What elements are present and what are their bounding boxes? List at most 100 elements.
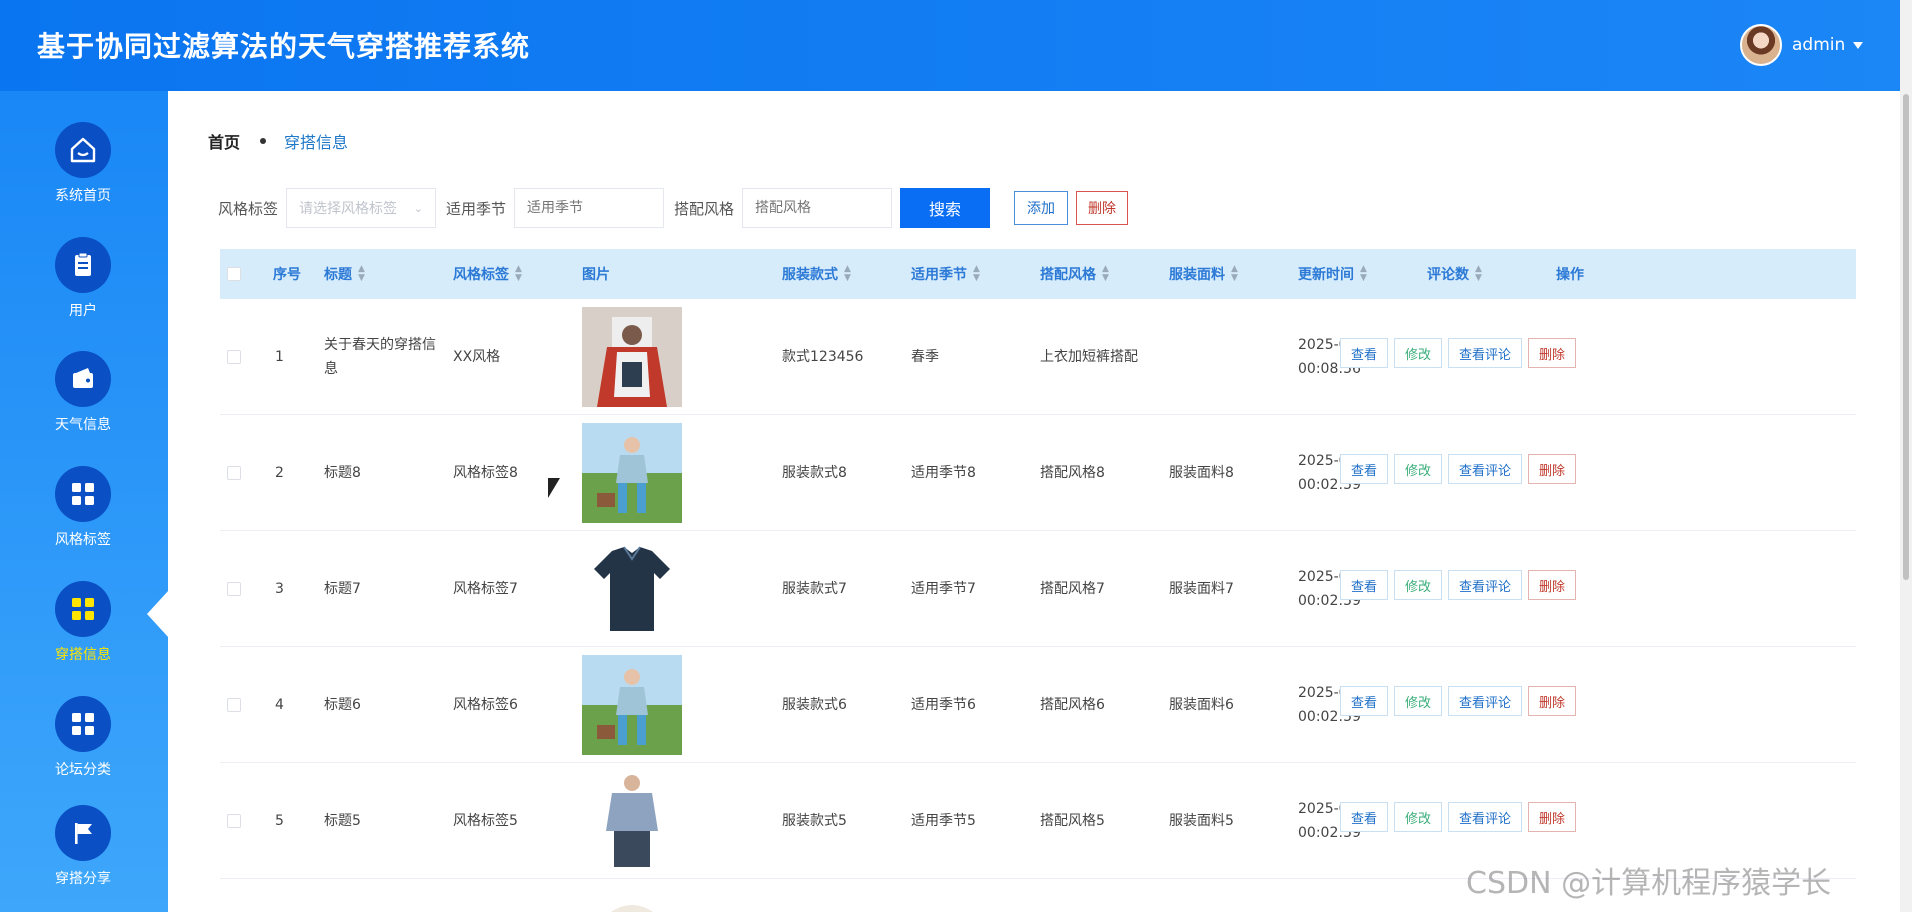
batch-delete-button[interactable]: 删除: [1076, 191, 1129, 225]
view-comments-button[interactable]: 查看评论: [1448, 686, 1523, 716]
table-row: 4 标题6 风格标签6 服装款式6 适用季节6 搭配风格6 服装面料6 2025…: [220, 647, 1856, 763]
sidebar-item-label: 穿搭分享: [55, 871, 111, 887]
edit-button[interactable]: 修改: [1394, 454, 1443, 484]
search-button[interactable]: 搜索: [900, 188, 991, 228]
mouse-cursor-icon: [548, 478, 560, 498]
view-comments-button[interactable]: 查看评论: [1448, 570, 1523, 600]
match-style-input[interactable]: [742, 188, 893, 228]
outfit-image[interactable]: [582, 539, 682, 639]
column-season[interactable]: 适用季节 ▲ ▼: [911, 249, 980, 299]
scrollbar-thumb[interactable]: [1903, 94, 1909, 580]
cell-style-tag: 风格标签7: [453, 581, 518, 597]
cell-fabric: 服装面料8: [1169, 465, 1234, 481]
view-button[interactable]: 查看: [1340, 338, 1389, 368]
sidebar-item-label: 风格标签: [55, 532, 111, 548]
season-input[interactable]: [514, 188, 665, 228]
sidebar-item-outfit-info[interactable]: 穿搭信息: [0, 581, 168, 693]
column-comments[interactable]: 评论数 ▲ ▼: [1427, 249, 1482, 299]
view-button[interactable]: 查看: [1340, 802, 1389, 832]
sort-icon[interactable]: ▲ ▼: [1231, 265, 1238, 283]
delete-button[interactable]: 删除: [1528, 570, 1577, 600]
sidebar-item-outfit-share[interactable]: 穿搭分享: [0, 805, 168, 912]
column-clothing-style[interactable]: 服装款式 ▲ ▼: [782, 249, 851, 299]
view-comments-button[interactable]: 查看评论: [1448, 454, 1523, 484]
sort-icon[interactable]: ▲ ▼: [1102, 265, 1109, 283]
top-header: 基于协同过滤算法的天气穿搭推荐系统 admin: [0, 0, 1900, 91]
column-label: 适用季节: [911, 267, 967, 283]
column-label: 搭配风格: [1040, 267, 1096, 283]
sort-icon[interactable]: ▲ ▼: [973, 265, 980, 283]
column-label: 评论数: [1427, 267, 1469, 283]
sidebar-item-users[interactable]: 用户: [0, 237, 168, 349]
delete-button[interactable]: 删除: [1528, 686, 1577, 716]
column-updated[interactable]: 更新时间 ▲ ▼: [1298, 249, 1367, 299]
cell-style-tag: 风格标签6: [453, 697, 518, 713]
grid-icon: [55, 581, 111, 637]
user-menu[interactable]: admin: [1740, 23, 1864, 67]
outfit-image[interactable]: [582, 771, 682, 871]
row-checkbox[interactable]: [227, 698, 241, 712]
caret-down-icon[interactable]: [1853, 41, 1864, 49]
chevron-down-icon: ⌄: [413, 201, 424, 215]
page-scrollbar[interactable]: [1900, 0, 1912, 912]
column-title[interactable]: 标题 ▲ ▼: [324, 249, 365, 299]
cell-clothing-style: 服装款式5: [782, 813, 847, 829]
sidebar-item-home[interactable]: 系统首页: [0, 122, 168, 234]
outfit-image[interactable]: [582, 307, 682, 407]
row-checkbox[interactable]: [227, 466, 241, 480]
outfit-image[interactable]: [582, 423, 682, 523]
outfit-image[interactable]: [582, 655, 682, 755]
delete-button[interactable]: 删除: [1528, 802, 1577, 832]
view-comments-button[interactable]: 查看评论: [1448, 802, 1523, 832]
sidebar-item-label: 天气信息: [55, 417, 111, 433]
season-label: 适用季节: [446, 199, 507, 218]
cell-fabric: 服装面料7: [1169, 581, 1234, 597]
edit-button[interactable]: 修改: [1394, 686, 1443, 716]
user-name[interactable]: admin: [1792, 35, 1845, 55]
cell-clothing-style: 服装款式7: [782, 581, 847, 597]
delete-button[interactable]: 删除: [1528, 338, 1577, 368]
grid-icon: [55, 696, 111, 752]
row-actions: 查看 修改 查看评论 删除: [1340, 802, 1582, 832]
sidebar-item-label: 系统首页: [55, 188, 111, 204]
sort-icon[interactable]: ▲ ▼: [1360, 265, 1367, 283]
view-comments-button[interactable]: 查看评论: [1448, 338, 1523, 368]
sort-icon[interactable]: ▲ ▼: [844, 265, 851, 283]
edit-button[interactable]: 修改: [1394, 338, 1443, 368]
row-checkbox[interactable]: [227, 582, 241, 596]
cell-title: 标题7: [324, 581, 361, 597]
sidebar-item-style-tags[interactable]: 风格标签: [0, 466, 168, 578]
sort-icon[interactable]: ▲ ▼: [358, 265, 365, 283]
table-row: 2 标题8 风格标签8 服装款式8 适用季节8 搭配风格8 服装面料8 2025…: [220, 415, 1856, 531]
delete-button[interactable]: 删除: [1528, 454, 1577, 484]
add-button[interactable]: 添加: [1014, 191, 1069, 225]
table-header: 序号 标题 ▲ ▼ 风格标签 ▲ ▼ 图片 服装款式 ▲ ▼ 适用季节 ▲ ▼ 搭配风格 ▲ ▼ 服…: [220, 249, 1856, 299]
column-label: 图片: [582, 267, 610, 283]
sort-icon[interactable]: ▲ ▼: [515, 265, 522, 283]
active-indicator: [147, 590, 169, 638]
outfit-image[interactable]: [582, 887, 682, 912]
style-tag-select[interactable]: 请选择风格标签 ⌄: [286, 188, 437, 228]
column-match-style[interactable]: 搭配风格 ▲ ▼: [1040, 249, 1109, 299]
grid-icon: [55, 466, 111, 522]
row-checkbox[interactable]: [227, 350, 241, 364]
select-all-checkbox[interactable]: [227, 267, 241, 281]
cell-clothing-style: 服装款式6: [782, 697, 847, 713]
sort-icon[interactable]: ▲ ▼: [1475, 265, 1482, 283]
edit-button[interactable]: 修改: [1394, 570, 1443, 600]
column-fabric[interactable]: 服装面料 ▲ ▼: [1169, 249, 1238, 299]
avatar[interactable]: [1740, 24, 1782, 66]
main-content: 首页 穿搭信息 风格标签 请选择风格标签 ⌄ 适用季节 搭配风格 搜索 添加 删…: [168, 91, 1900, 912]
view-button[interactable]: 查看: [1340, 454, 1389, 484]
column-label: 更新时间: [1298, 267, 1354, 283]
column-style-tag[interactable]: 风格标签 ▲ ▼: [453, 249, 522, 299]
view-button[interactable]: 查看: [1340, 686, 1389, 716]
edit-button[interactable]: 修改: [1394, 802, 1443, 832]
row-checkbox[interactable]: [227, 814, 241, 828]
row-actions: 查看 修改 查看评论 删除: [1340, 454, 1582, 484]
breadcrumb-home[interactable]: 首页: [208, 129, 240, 153]
sidebar-item-weather[interactable]: 天气信息: [0, 351, 168, 463]
view-button[interactable]: 查看: [1340, 570, 1389, 600]
row-actions: 查看 修改 查看评论 删除: [1340, 570, 1582, 600]
sidebar-item-forum-category[interactable]: 论坛分类: [0, 696, 168, 808]
